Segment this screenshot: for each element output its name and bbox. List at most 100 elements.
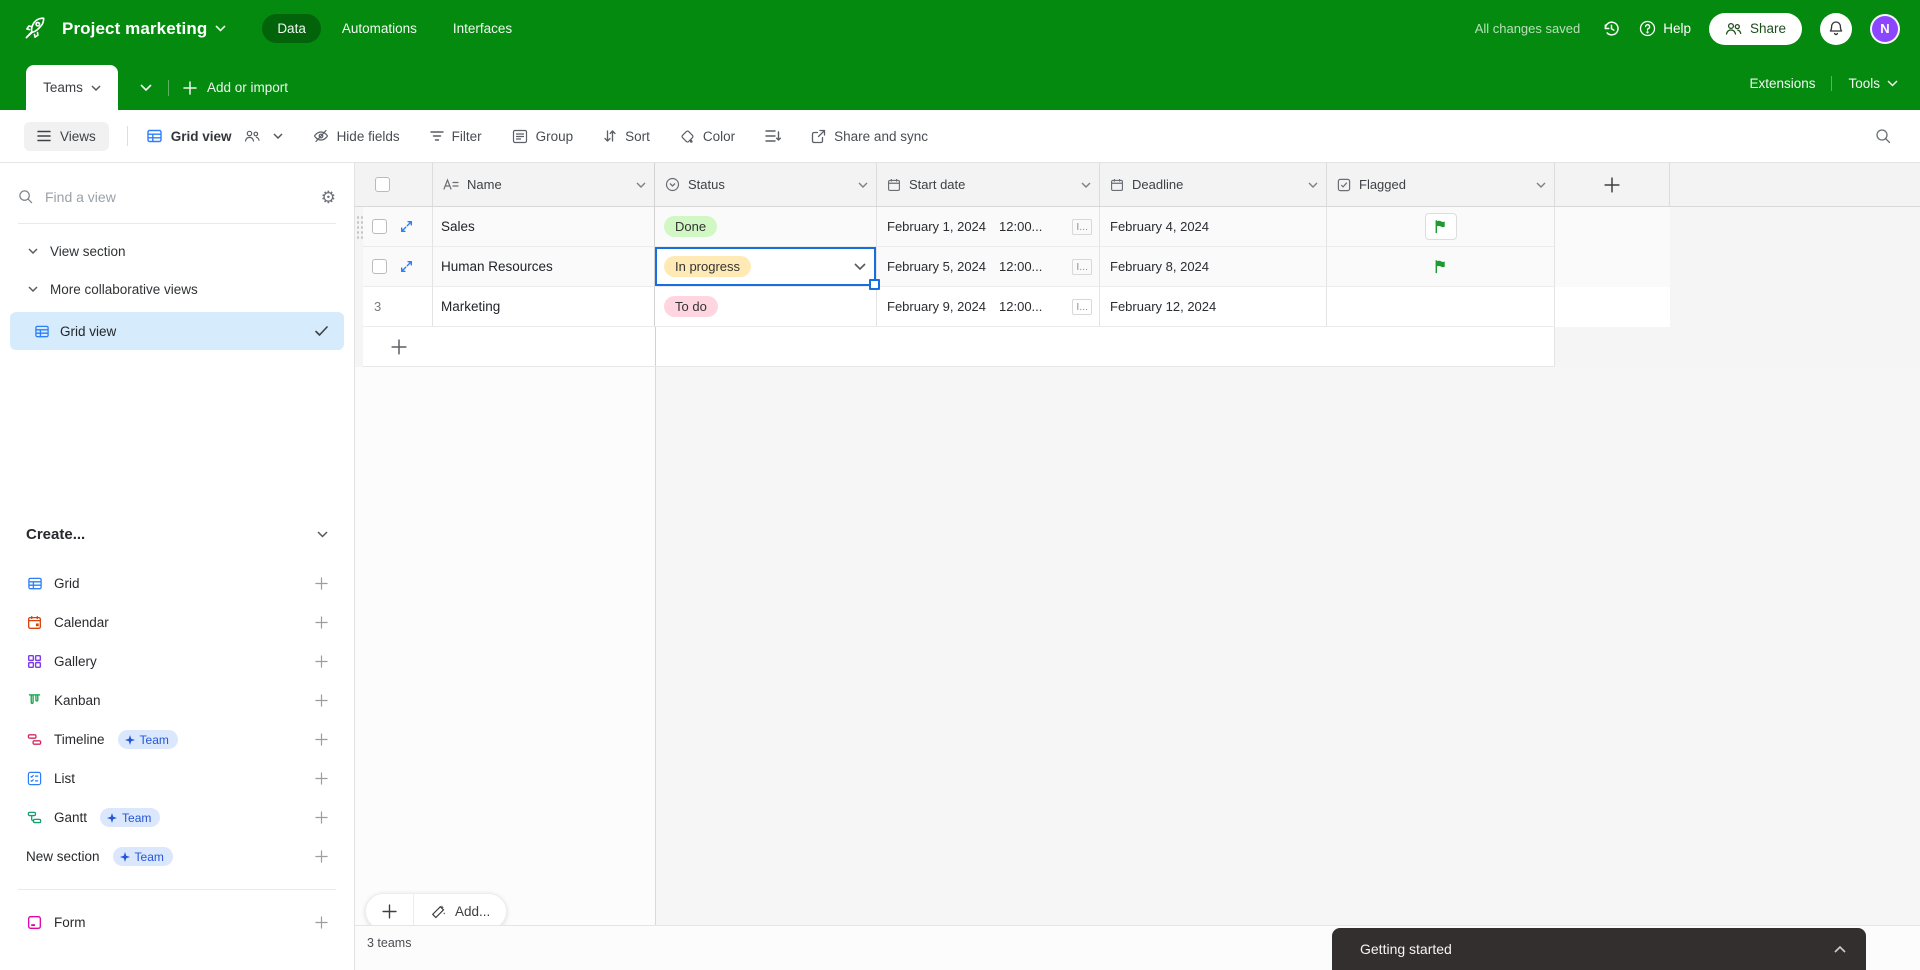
expand-record-icon[interactable] <box>400 220 413 233</box>
table-list-chevron-icon[interactable] <box>140 65 152 110</box>
tab-data[interactable]: Data <box>262 14 321 43</box>
add-with-ai-button[interactable]: Add... <box>414 894 506 929</box>
start-date-cell[interactable]: February 5, 2024 12:00... I... <box>877 247 1100 287</box>
chevron-down-icon[interactable] <box>1081 182 1091 188</box>
table-tab-chevron-icon[interactable] <box>91 84 101 91</box>
base-title[interactable]: Project marketing <box>62 19 207 39</box>
create-item-gantt[interactable]: Gantt Team <box>0 798 354 837</box>
name-cell[interactable]: Marketing <box>433 287 655 327</box>
name-cell[interactable]: Sales <box>433 207 655 247</box>
deadline-cell[interactable]: February 12, 2024 <box>1100 287 1327 327</box>
row-height-button[interactable] <box>765 129 782 143</box>
sidebar-item-grid-view-selected[interactable]: Grid view <box>10 312 344 350</box>
tab-automations[interactable]: Automations <box>327 14 432 43</box>
row-drag-handle[interactable] <box>356 215 363 239</box>
getting-started-toast[interactable]: Getting started <box>1332 928 1866 970</box>
plus-icon[interactable] <box>315 577 328 590</box>
rocket-logo-icon[interactable] <box>22 16 48 42</box>
share-button[interactable]: Share <box>1708 12 1802 45</box>
create-item-kanban[interactable]: Kanban <box>0 681 354 720</box>
filter-button[interactable]: Filter <box>429 129 482 144</box>
expand-record-icon[interactable] <box>400 260 413 273</box>
chevron-down-icon[interactable] <box>1308 182 1318 188</box>
gear-icon[interactable]: ⚙ <box>321 189 336 206</box>
share-and-sync-button[interactable]: Share and sync <box>811 129 928 144</box>
create-item-calendar[interactable]: Calendar <box>0 603 354 642</box>
views-button[interactable]: Views <box>24 121 109 151</box>
flag-toggle-button[interactable] <box>1424 213 1457 240</box>
status-cell-selected[interactable]: In progress <box>655 247 880 290</box>
menu-icon <box>37 130 51 142</box>
frozen-column-divider[interactable] <box>655 367 656 925</box>
select-all-checkbox[interactable] <box>375 177 390 192</box>
tab-interfaces[interactable]: Interfaces <box>438 14 527 43</box>
table-row[interactable]: Sales Done February 1, 2024 12:00... I..… <box>363 207 1670 247</box>
deadline-cell[interactable]: February 8, 2024 <box>1100 247 1327 287</box>
find-view-input[interactable] <box>45 189 310 205</box>
row-checkbox[interactable] <box>372 219 387 234</box>
add-record-plus-button[interactable] <box>366 894 413 929</box>
plus-icon[interactable] <box>315 655 328 668</box>
select-chevron-icon[interactable] <box>854 263 866 270</box>
create-section-header[interactable]: Create... <box>0 516 354 552</box>
help-button[interactable]: Help <box>1639 20 1691 37</box>
create-item-timeline[interactable]: Timeline Team <box>0 720 354 759</box>
create-item-gallery[interactable]: Gallery <box>0 642 354 681</box>
extensions-button[interactable]: Extensions <box>1749 76 1815 91</box>
current-view-button[interactable]: Grid view <box>146 128 283 144</box>
column-header-name[interactable]: Name <box>433 163 655 207</box>
add-or-import-button[interactable]: Add or import <box>183 65 288 110</box>
deadline-cell[interactable]: February 4, 2024 <box>1100 207 1327 247</box>
flagged-cell[interactable] <box>1327 287 1555 327</box>
status-pill[interactable]: In progress <box>664 256 752 277</box>
column-header-start-date[interactable]: Start date <box>877 163 1100 207</box>
add-record-row[interactable] <box>363 327 1555 367</box>
table-row[interactable]: Human Resources In progress February 5, … <box>363 247 1670 290</box>
start-date-cell[interactable]: February 1, 2024 12:00... I... <box>877 207 1100 247</box>
history-icon[interactable] <box>1602 19 1621 38</box>
user-avatar[interactable]: N <box>1870 13 1900 44</box>
create-item-new-section[interactable]: New section Team <box>0 837 354 876</box>
hide-fields-button[interactable]: Hide fields <box>313 128 400 144</box>
column-header-deadline[interactable]: Deadline <box>1100 163 1327 207</box>
plus-icon[interactable] <box>315 733 328 746</box>
name-cell[interactable]: Human Resources <box>433 247 655 287</box>
status-pill[interactable]: Done <box>664 216 718 237</box>
chevron-down-icon[interactable] <box>636 182 646 188</box>
flagged-cell[interactable] <box>1327 247 1555 287</box>
flagged-cell[interactable] <box>1327 207 1555 247</box>
status-cell[interactable]: Done <box>655 207 877 247</box>
chevron-down-icon[interactable] <box>858 182 868 188</box>
plus-icon[interactable] <box>315 811 328 824</box>
status-pill[interactable]: To do <box>664 296 718 317</box>
create-item-list[interactable]: List <box>0 759 354 798</box>
plus-icon[interactable] <box>315 694 328 707</box>
create-item-form[interactable]: Form <box>0 903 354 942</box>
search-icon[interactable] <box>1875 128 1892 145</box>
chevron-down-icon[interactable] <box>1536 182 1546 188</box>
notifications-button[interactable] <box>1820 12 1852 45</box>
tools-button[interactable]: Tools <box>1848 76 1898 91</box>
view-config-chevron-icon[interactable] <box>273 133 283 139</box>
chevron-up-icon[interactable] <box>1834 945 1846 953</box>
status-cell[interactable]: To do <box>655 287 877 327</box>
plus-icon[interactable] <box>315 616 328 629</box>
table-tab-teams[interactable]: Teams <box>26 65 118 110</box>
base-title-chevron-icon[interactable] <box>215 25 226 32</box>
column-header-status[interactable]: Status <box>655 163 877 207</box>
sort-button[interactable]: Sort <box>603 129 650 144</box>
plus-icon[interactable] <box>315 916 328 929</box>
plus-icon[interactable] <box>315 772 328 785</box>
table-row[interactable]: 3 Marketing To do February 9, 2024 12:00… <box>363 287 1670 327</box>
add-field-button[interactable] <box>1555 163 1670 207</box>
sidebar-section-more-collaborative[interactable]: More collaborative views <box>0 270 354 308</box>
color-button[interactable]: Color <box>680 129 735 144</box>
group-button[interactable]: Group <box>512 129 573 144</box>
start-date-cell[interactable]: February 9, 2024 12:00... I... <box>877 287 1100 327</box>
column-header-flagged[interactable]: Flagged <box>1327 163 1555 207</box>
sidebar-section-view-section[interactable]: View section <box>0 232 354 270</box>
row-checkbox[interactable] <box>372 259 387 274</box>
plus-icon[interactable] <box>315 850 328 863</box>
create-item-grid[interactable]: Grid <box>0 564 354 603</box>
create-item-label: Gallery <box>54 654 97 669</box>
